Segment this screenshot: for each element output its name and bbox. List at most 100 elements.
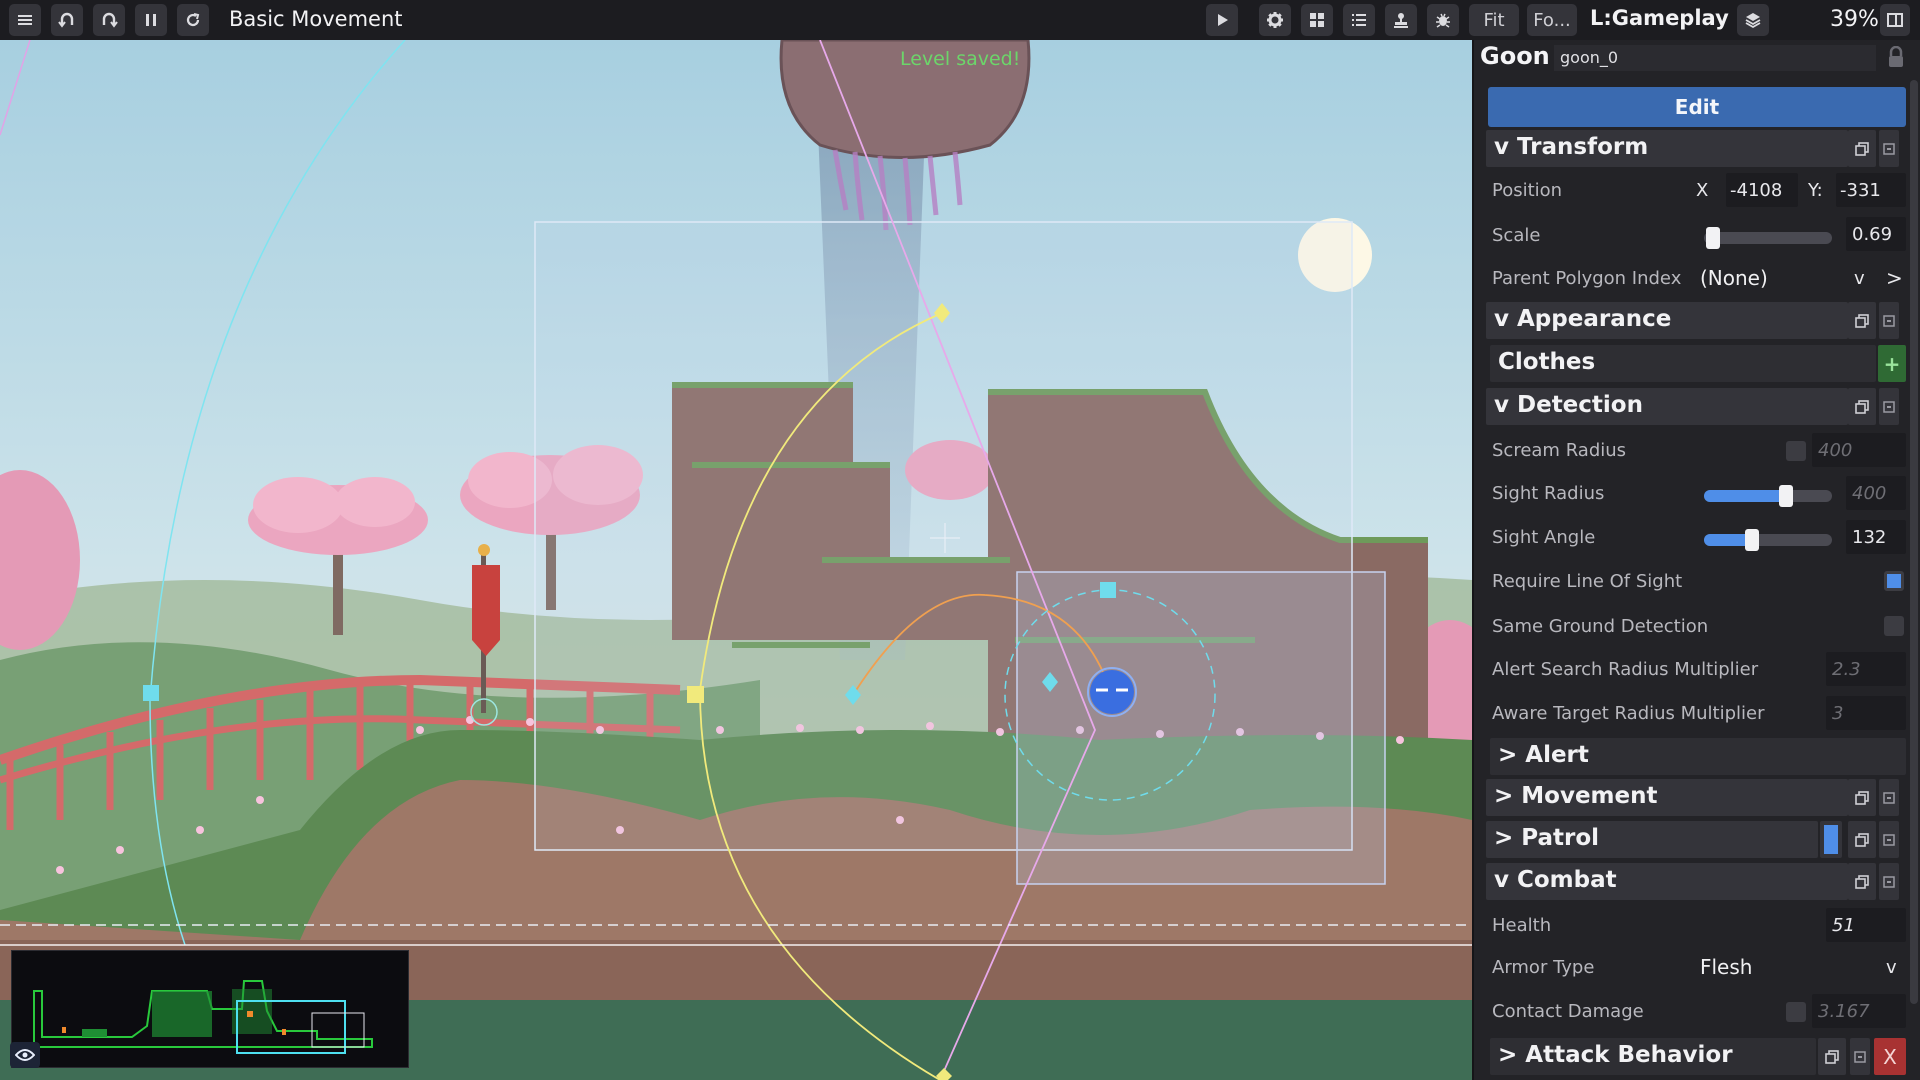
debug-button[interactable] [1427,4,1459,36]
layers-button[interactable] [1737,4,1769,36]
section-transform-header[interactable]: v Transform [1486,130,1848,167]
focus-button[interactable]: Fo... [1527,4,1577,36]
fit-button[interactable]: Fit [1469,4,1519,36]
patrol-copy-button[interactable] [1848,821,1876,858]
attack-behavior-delete-button[interactable]: X [1874,1038,1906,1075]
position-y-input[interactable]: -331 [1840,180,1881,201]
detection-collapse-button[interactable] [1879,388,1899,425]
collapse-icon [1883,875,1895,888]
pause-icon [146,14,156,26]
section-appearance-header[interactable]: v Appearance [1486,302,1848,339]
section-detection-header[interactable]: v Detection [1486,388,1848,425]
scream-radius-label: Scream Radius [1492,440,1627,461]
section-movement-header[interactable]: > Movement [1486,779,1848,816]
armor-type-arrow[interactable]: v [1886,957,1897,978]
reload-icon [186,13,200,27]
play-button[interactable] [1206,4,1238,36]
copy-icon [1855,399,1869,414]
pause-button[interactable] [135,4,167,36]
aware-target-value[interactable]: 3 [1832,703,1843,724]
clothes-header[interactable]: Clothes [1490,345,1876,382]
attack-behavior-copy-button[interactable] [1818,1038,1846,1075]
collapse-icon [1883,314,1895,327]
list-icon [1352,14,1366,26]
menu-icon [18,15,32,25]
menu-button[interactable] [9,4,41,36]
combat-copy-button[interactable] [1848,863,1876,900]
collapse-icon [1883,400,1895,413]
edit-button[interactable]: Edit [1488,87,1906,127]
armor-type-dropdown[interactable]: Flesh [1700,951,1880,985]
combat-collapse-button[interactable] [1879,863,1899,900]
handle-cyan-top[interactable] [1100,582,1116,598]
collapse-icon [1854,1050,1866,1063]
contact-damage-value[interactable]: 3.167 [1818,1001,1870,1022]
appearance-collapse-button[interactable] [1879,302,1899,339]
health-value[interactable]: 51 [1832,915,1855,936]
redo-icon [102,12,118,28]
settings-button[interactable] [1259,4,1291,36]
transform-collapse-button[interactable] [1879,130,1899,167]
section-patrol-header[interactable]: > Patrol [1486,821,1818,858]
zoom-level[interactable]: 39% [1830,7,1879,32]
sight-angle-slider[interactable] [1704,529,1832,551]
appearance-copy-button[interactable] [1848,302,1876,339]
movement-collapse-button[interactable] [1879,779,1899,816]
line-of-sight-checkbox[interactable] [1884,571,1904,591]
panel-toggle-button[interactable] [1880,4,1910,36]
level-scene[interactable] [0,40,1472,1080]
section-alert-header[interactable]: > Alert [1490,738,1906,775]
handle-yellow[interactable] [687,686,704,703]
copy-icon [1855,141,1869,156]
level-viewport[interactable]: Level saved! [0,40,1472,1080]
movement-copy-button[interactable] [1848,779,1876,816]
section-attack-behavior-header[interactable]: > Attack Behavior [1490,1038,1816,1075]
sight-angle-value[interactable]: 132 [1852,527,1886,548]
patrol-enabled-toggle[interactable] [1820,821,1842,858]
contact-damage-checkbox[interactable] [1786,1002,1806,1022]
reload-button[interactable] [177,4,209,36]
goon-character[interactable] [1087,667,1137,717]
sight-radius-knob[interactable] [1779,485,1793,507]
position-y-label: Y: [1808,180,1823,201]
detection-copy-button[interactable] [1848,388,1876,425]
sight-radius-slider[interactable] [1704,485,1832,507]
inspector-scrollbar[interactable] [1910,80,1918,1004]
scale-value[interactable]: 0.69 [1852,224,1892,245]
list-button[interactable] [1343,4,1375,36]
transform-copy-button[interactable] [1848,130,1876,167]
parent-polygon-dropdown[interactable]: (None) [1700,262,1880,296]
object-id-field[interactable]: goon_0 [1554,45,1876,71]
position-x-input[interactable]: -4108 [1730,180,1782,201]
parent-polygon-goto-button[interactable]: > [1886,266,1903,290]
copy-icon [1855,874,1869,889]
lock-icon[interactable] [1886,46,1906,68]
goon-selection-box[interactable] [1016,571,1386,885]
redo-button[interactable] [93,4,125,36]
sight-angle-knob[interactable] [1745,529,1759,551]
stamp-button[interactable] [1385,4,1417,36]
scale-slider[interactable] [1704,227,1832,249]
object-type-label: Goon [1480,42,1550,70]
scream-radius-value[interactable]: 400 [1818,440,1852,461]
minimap-visibility-button[interactable] [10,1042,40,1068]
handle-cyan-left[interactable] [143,685,159,701]
parent-polygon-arrow[interactable]: v [1854,268,1865,289]
alert-search-value[interactable]: 2.3 [1832,659,1861,680]
clothes-add-button[interactable]: + [1878,345,1906,382]
attack-behavior-collapse-button[interactable] [1850,1038,1870,1075]
health-label: Health [1492,915,1552,936]
grid-button[interactable] [1301,4,1333,36]
minimap[interactable] [11,950,409,1068]
sight-radius-value[interactable]: 400 [1852,483,1886,504]
same-ground-checkbox[interactable] [1884,616,1904,636]
bug-icon [1436,13,1450,28]
armor-type-label: Armor Type [1492,957,1595,978]
stamp-icon [1394,13,1408,28]
layer-selector[interactable]: L:Gameplay [1590,6,1729,30]
patrol-collapse-button[interactable] [1879,821,1899,858]
scream-radius-checkbox[interactable] [1786,441,1806,461]
undo-button[interactable] [51,4,83,36]
section-combat-header[interactable]: v Combat [1486,863,1848,900]
scale-slider-knob[interactable] [1706,227,1720,249]
